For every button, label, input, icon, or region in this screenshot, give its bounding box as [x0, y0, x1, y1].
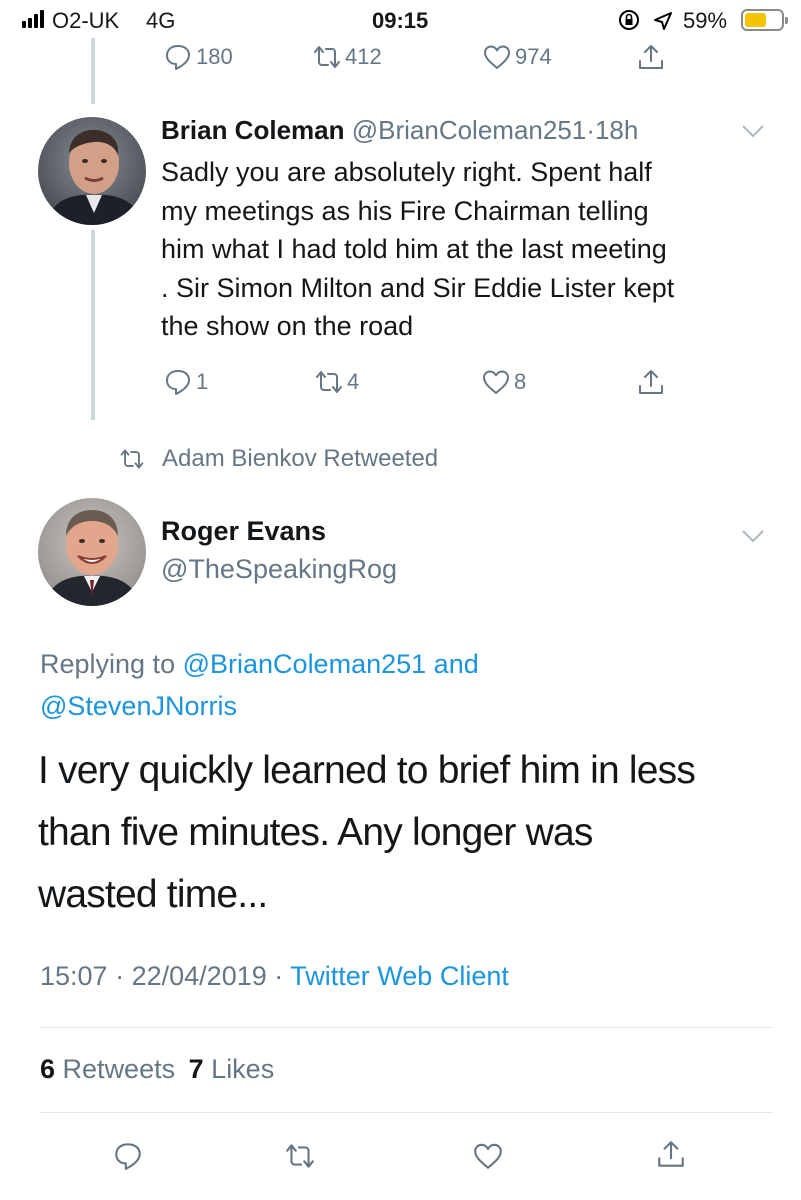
like-button[interactable]: 8: [481, 367, 526, 397]
retweets-stat[interactable]: 6 Retweets: [40, 1054, 175, 1084]
time-separator: ·: [586, 115, 595, 145]
carrier-name: O2-UK: [52, 8, 120, 33]
chevron-down-icon[interactable]: [741, 528, 765, 544]
divider: [40, 1027, 773, 1028]
reply-icon: [115, 1143, 141, 1170]
retweet-context[interactable]: Adam Bienkov Retweeted: [118, 445, 438, 473]
retweet-icon: [120, 449, 144, 469]
share-icon: [639, 45, 663, 69]
tweet-line: wasted time...: [38, 873, 268, 916]
retweet-icon: [316, 371, 342, 393]
mention-and[interactable]: and: [434, 649, 479, 679]
likes-count: 7: [188, 1054, 204, 1084]
thread-line-mid: [91, 230, 95, 420]
avatar-brian-coleman[interactable]: [38, 117, 146, 225]
reply-tweet-header: Brian Coleman @BrianColeman251·18h: [161, 115, 638, 146]
like-button[interactable]: [472, 1140, 504, 1177]
avatar-roger-evans[interactable]: [38, 498, 146, 606]
author-handle[interactable]: @BrianColeman251: [352, 115, 587, 145]
like-count: 974: [515, 44, 552, 69]
tweet-line: I very quickly learned to brief him in l…: [38, 749, 696, 792]
divider: [40, 1112, 773, 1113]
heart-icon: [483, 370, 509, 394]
network-type: 4G: [146, 8, 176, 33]
engagement-stats: 6 Retweets 7 Likes: [40, 1054, 274, 1085]
separator-dot: ·: [115, 961, 125, 991]
retweet-icon: [286, 1144, 314, 1168]
retweet-button[interactable]: 412: [312, 42, 382, 72]
reply-button[interactable]: 1: [163, 367, 208, 397]
signal-icon: [22, 10, 50, 28]
retweet-icon: [314, 46, 340, 68]
retweets-label: Retweets: [62, 1054, 176, 1084]
reply-icon: [166, 45, 190, 70]
main-tweet-author[interactable]: Roger Evans @TheSpeakingRog: [161, 512, 397, 588]
separator-dot: ·: [274, 961, 284, 991]
replying-to: Replying to @BrianColeman251 and @Steven…: [40, 643, 479, 727]
reply-icon: [166, 370, 190, 395]
tweet-line: . Sir Simon Milton and Sir Eddie Lister …: [161, 272, 675, 303]
author-handle: @TheSpeakingRog: [161, 554, 398, 584]
retweet-count: 412: [345, 44, 382, 69]
reply-button[interactable]: 180: [163, 42, 233, 72]
reply-button[interactable]: [112, 1140, 144, 1177]
battery-percent: 59%: [683, 8, 728, 33]
clock: 09:15: [372, 8, 429, 33]
tweet-line: than five minutes. Any longer was: [38, 811, 593, 854]
mention-link[interactable]: @BrianColeman251: [183, 649, 427, 679]
like-button[interactable]: 974: [482, 42, 552, 72]
retweet-button[interactable]: 4: [314, 367, 359, 397]
tweet-timestamp: 15:07 · 22/04/2019 · Twitter Web Client: [40, 961, 509, 992]
like-count: 8: [514, 369, 527, 394]
share-icon: [658, 1141, 684, 1167]
tweet-line: him what I had told him at the last meet…: [161, 234, 667, 264]
location-icon: [654, 12, 672, 30]
tweet-line: Sadly you are absolutely right. Spent ha…: [161, 157, 652, 187]
tweet-time[interactable]: 18h: [595, 115, 638, 145]
retweets-count: 6: [40, 1054, 56, 1084]
heart-icon: [474, 1143, 502, 1169]
chevron-down-icon[interactable]: [741, 123, 765, 139]
reply-tweet-text: Sadly you are absolutely right. Spent ha…: [161, 153, 674, 346]
author-name[interactable]: Brian Coleman: [161, 115, 345, 145]
main-tweet-text: I very quickly learned to brief him in l…: [38, 740, 696, 926]
thread-line-top: [91, 38, 95, 104]
share-button[interactable]: [636, 42, 666, 72]
reply-count: 180: [196, 44, 233, 69]
client-link[interactable]: Twitter Web Client: [290, 961, 509, 991]
retweet-count: 4: [347, 369, 360, 394]
likes-stat[interactable]: 7 Likes: [189, 1054, 275, 1084]
tweet-time: 15:07: [40, 961, 108, 991]
tweet-line: my meetings as his Fire Chairman telling: [161, 195, 649, 226]
likes-label: Likes: [211, 1054, 275, 1084]
tweet-line: the show on the road: [161, 311, 414, 341]
author-name: Roger Evans: [161, 516, 327, 546]
status-bar: O2-UK 4G 09:15 59%: [0, 0, 801, 40]
tweet-date: 22/04/2019: [131, 961, 267, 991]
replying-to-label: Replying to: [40, 649, 176, 679]
battery-icon: [741, 9, 788, 31]
share-button[interactable]: [636, 367, 666, 397]
share-icon: [639, 370, 663, 394]
heart-icon: [484, 45, 510, 69]
share-button[interactable]: [655, 1138, 687, 1175]
rotation-lock-icon: [619, 10, 639, 30]
retweeted-by-label: Adam Bienkov Retweeted: [162, 445, 439, 472]
mention-link[interactable]: @StevenJNorris: [40, 685, 479, 727]
reply-count: 1: [196, 369, 209, 394]
retweet-button[interactable]: [284, 1140, 316, 1177]
